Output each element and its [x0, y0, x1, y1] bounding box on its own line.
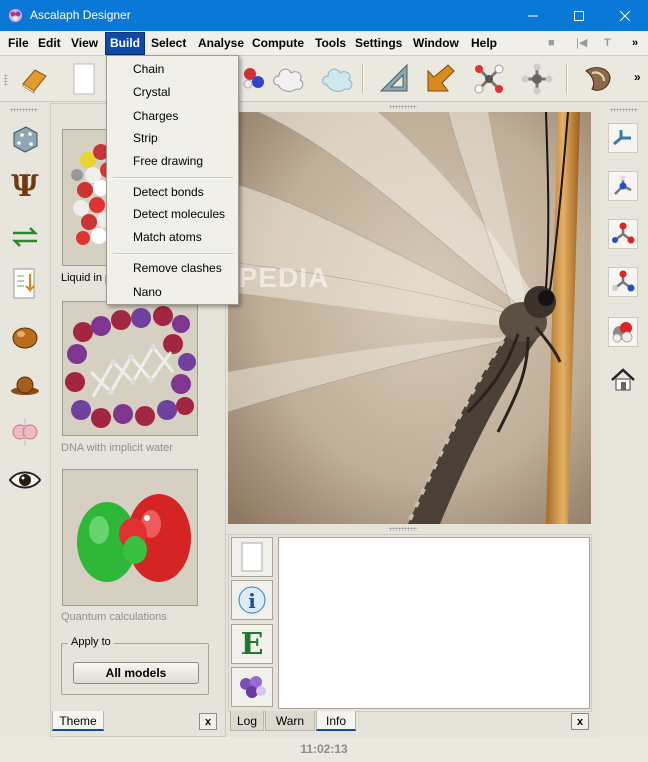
spheres-icon[interactable]	[237, 61, 273, 97]
toolbar-separator	[362, 64, 364, 94]
triangle-ruler-icon[interactable]	[377, 61, 413, 97]
amine-group-icon[interactable]	[608, 171, 638, 201]
theme-caption-dna: DNA with implicit water	[61, 442, 173, 454]
tab-theme[interactable]: Theme	[52, 711, 104, 731]
menu-item-detect-molecules[interactable]: Detect molecules	[133, 204, 225, 224]
maximize-button[interactable]	[556, 0, 602, 31]
menu-settings[interactable]: Settings	[351, 33, 406, 54]
menu-edit[interactable]: Edit	[34, 33, 65, 54]
molecule-icon[interactable]	[231, 667, 273, 707]
viewport-bottom-grip[interactable]	[389, 527, 417, 531]
menu-compute[interactable]: Compute	[248, 33, 308, 54]
hat-icon[interactable]	[8, 368, 42, 402]
viewport-top-grip[interactable]	[389, 105, 417, 109]
all-models-button[interactable]: All models	[73, 662, 199, 684]
amide-group-icon[interactable]	[608, 267, 638, 297]
left-toolbar: Ψ	[0, 103, 48, 737]
dice-icon[interactable]	[8, 121, 42, 155]
menu-item-crystal[interactable]: Crystal	[133, 82, 170, 102]
menu-item-free-drawing[interactable]: Free drawing	[133, 151, 203, 171]
minimize-button[interactable]	[510, 0, 556, 31]
menu-item-charges[interactable]: Charges	[133, 106, 178, 126]
molecule-star-icon[interactable]	[519, 61, 555, 97]
theme-thumbnail-dna[interactable]	[62, 301, 198, 436]
close-button[interactable]	[602, 0, 648, 31]
molecule-x-icon[interactable]	[471, 61, 507, 97]
document-chart-icon[interactable]	[8, 267, 42, 301]
menu-bar: File Edit View Build Select Analyse Comp…	[0, 31, 648, 56]
menu-help[interactable]: Help	[467, 33, 501, 54]
spacefill-molecule-icon[interactable]	[608, 317, 638, 347]
molecular-viewport[interactable]	[228, 112, 591, 524]
tab-warn[interactable]: Warn	[265, 711, 315, 731]
tab-info[interactable]: Info	[316, 711, 356, 731]
theme-caption-liquid: Liquid in p	[61, 272, 112, 284]
status-clock: 11:02:13	[300, 742, 348, 756]
build-menu-dropdown: Chain Crystal Charges Strip Free drawing…	[106, 55, 239, 305]
right-toolbar-grip[interactable]	[610, 108, 638, 112]
log-close-button[interactable]: x	[571, 713, 589, 730]
status-bar: 11:02:13	[0, 737, 648, 762]
new-page-icon[interactable]	[66, 61, 102, 97]
text-tool-icon[interactable]: T	[604, 31, 611, 56]
menubar-overflow-icon[interactable]: »	[632, 31, 638, 56]
title-bar: Ascalaph Designer	[0, 0, 648, 31]
orbital-icon[interactable]	[8, 415, 42, 449]
menu-item-chain[interactable]: Chain	[133, 59, 164, 79]
page-icon[interactable]	[231, 537, 273, 577]
skip-back-icon[interactable]: |◀	[576, 31, 587, 56]
home-icon[interactable]	[608, 365, 638, 395]
stop-icon[interactable]: ■	[548, 31, 555, 56]
bowl-icon[interactable]	[8, 319, 42, 353]
e-icon[interactable]: E	[231, 624, 273, 664]
equilibrium-arrows-icon[interactable]	[8, 220, 42, 254]
toolbar-separator	[566, 64, 568, 94]
theme-caption-quantum: Quantum calculations	[61, 611, 167, 623]
psi-icon[interactable]: Ψ	[8, 169, 42, 204]
menu-tools[interactable]: Tools	[311, 33, 350, 54]
eye-icon[interactable]	[8, 463, 42, 497]
log-panel: i E	[228, 534, 592, 712]
menu-item-strip[interactable]: Strip	[133, 128, 158, 148]
menu-item-remove-clashes[interactable]: Remove clashes	[133, 258, 222, 278]
tab-log[interactable]: Log	[230, 711, 264, 731]
dragonfly-photo	[228, 112, 591, 524]
right-toolbar	[600, 103, 648, 737]
menu-window[interactable]: Window	[409, 33, 463, 54]
theme-thumbnail-quantum[interactable]	[62, 469, 198, 606]
log-text-area[interactable]	[278, 537, 590, 709]
menu-item-detect-bonds[interactable]: Detect bonds	[133, 182, 204, 202]
app-logo-icon	[8, 8, 23, 23]
window-title: Ascalaph Designer	[30, 8, 131, 22]
svg-text:i: i	[248, 589, 256, 613]
menu-build[interactable]: Build	[105, 32, 145, 55]
theme-close-button[interactable]: x	[199, 713, 217, 730]
toolbar-overflow-icon[interactable]: »	[634, 70, 641, 84]
cloud-outline-icon[interactable]	[271, 61, 307, 97]
book-icon[interactable]	[16, 61, 52, 97]
menu-separator	[113, 253, 233, 255]
apply-to-group: Apply to All models	[61, 636, 209, 695]
menu-item-match-atoms[interactable]: Match atoms	[133, 227, 202, 247]
menu-item-nano[interactable]: Nano	[133, 282, 162, 302]
arrow-icon[interactable]	[422, 61, 458, 97]
menu-separator	[113, 177, 233, 179]
info-icon[interactable]: i	[231, 580, 273, 620]
menu-file[interactable]: File	[4, 33, 33, 54]
carboxyl-group-icon[interactable]	[608, 219, 638, 249]
shell-icon[interactable]	[580, 61, 616, 97]
left-toolbar-grip[interactable]	[10, 108, 38, 112]
bond-chain-icon[interactable]	[608, 123, 638, 153]
apply-to-label: Apply to	[68, 636, 114, 648]
menu-select[interactable]: Select	[147, 33, 190, 54]
menu-view[interactable]: View	[67, 33, 102, 54]
main-toolbar: »	[0, 56, 648, 102]
cloud-filled-icon[interactable]	[320, 61, 356, 97]
menu-analyse[interactable]: Analyse	[194, 33, 248, 54]
toolbar-grip[interactable]	[4, 74, 8, 86]
